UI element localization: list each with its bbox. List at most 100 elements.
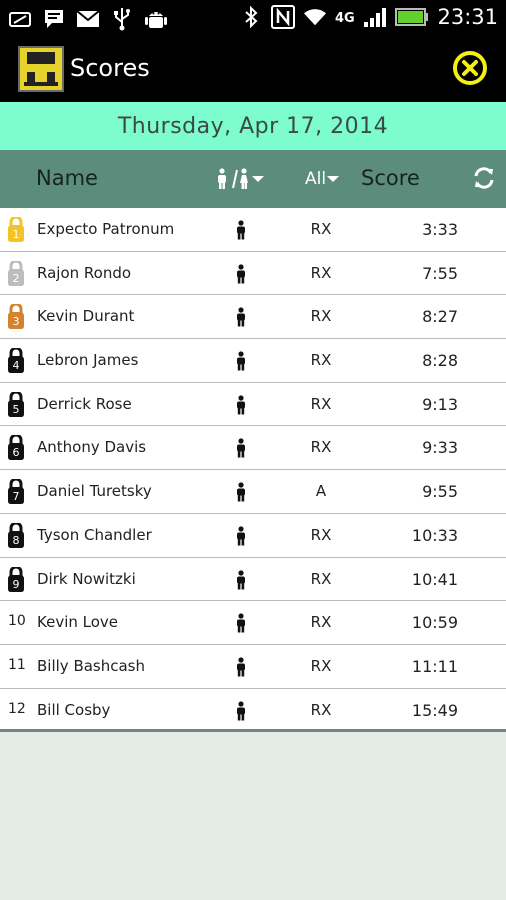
svg-text:6: 6 (13, 446, 20, 459)
scores-list: 1 Expecto Patronum RX 3:33 2 Rajon Rondo RX 7:5… (0, 208, 506, 733)
male-female-filter-icon (218, 168, 264, 189)
date-label: Thursday, Apr 17, 2014 (117, 113, 389, 139)
table-row[interactable]: 3 Kevin Durant RX 8:27 (0, 295, 506, 340)
score-value: 11:11 (411, 656, 458, 676)
level-label: RX (310, 351, 332, 370)
score-value: 8:27 (422, 307, 458, 327)
level-label: RX (310, 613, 332, 632)
score-value: 10:59 (411, 613, 458, 633)
level-label: RX (310, 263, 332, 282)
table-row[interactable]: 10 Kevin Love RX 10:59 (0, 601, 506, 645)
score-value: 10:33 (411, 525, 458, 545)
athlete-name: Expecto Patronum (37, 220, 175, 238)
kettlebell-rank-icon: 9 (5, 565, 27, 593)
level-label: RX (310, 220, 332, 238)
table-row[interactable]: 11 Billy Bashcash RX 11:11 (0, 644, 506, 689)
level-label: RX (310, 394, 332, 413)
refresh-button[interactable] (472, 166, 496, 195)
kettlebell-rank-icon: 5 (5, 390, 27, 418)
svg-text:4G: 4G (335, 11, 355, 24)
score-value: 9:55 (422, 482, 458, 502)
action-bar: Scores (0, 38, 506, 102)
table-row[interactable]: 12 Bill Cosby RX 15:49 (0, 688, 506, 733)
table-row[interactable]: 5 Derrick Rose RX 9:13 (0, 382, 506, 427)
level-label: RX (310, 656, 332, 675)
close-icon (453, 51, 487, 85)
status-bar: 4G 23:31 (0, 0, 506, 38)
kettlebell-rank-icon: 3 (5, 302, 27, 330)
athlete-name: Derrick Rose (37, 394, 132, 413)
table-row[interactable]: 7 Daniel Turetsky A 9:55 (0, 470, 506, 514)
android-debug-icon (144, 6, 168, 32)
level-filter-button[interactable]: All (305, 169, 340, 189)
score-value: 3:33 (422, 220, 458, 239)
level-label: A (315, 482, 327, 501)
level-label: RX (310, 569, 332, 588)
app-logo-icon (18, 46, 64, 92)
male-icon (234, 482, 248, 502)
score-value: 10:41 (411, 569, 458, 589)
male-icon (234, 264, 248, 284)
svg-text:9: 9 (13, 578, 20, 591)
level-label: RX (310, 307, 332, 326)
level-label: RX (310, 700, 332, 719)
table-header: Name All Score (0, 150, 506, 208)
male-icon (234, 307, 248, 327)
wifi-icon (303, 4, 327, 30)
mail-icon (76, 6, 100, 32)
kettlebell-rank-icon: 1 (5, 215, 27, 243)
table-row[interactable]: 9 Dirk Nowitzki RX 10:41 (0, 557, 506, 602)
rank-number: 10 (8, 613, 26, 630)
rank-number: 11 (8, 656, 26, 673)
level-filter-label: All (305, 169, 327, 189)
signal-icon (363, 4, 387, 30)
table-row[interactable]: 8 Tyson Chandler RX 10:33 (0, 513, 506, 558)
male-icon (234, 526, 248, 546)
table-row[interactable]: 6 Anthony Davis RX 9:33 (0, 426, 506, 471)
male-icon (234, 613, 248, 633)
page-title: Scores (70, 54, 150, 82)
battery-icon (395, 4, 429, 30)
gender-filter-button[interactable] (214, 168, 266, 190)
athlete-name: Rajon Rondo (37, 263, 132, 282)
athlete-name: Tyson Chandler (37, 525, 152, 544)
male-icon (234, 569, 248, 590)
table-row[interactable]: 2 Rajon Rondo RX 7:55 (0, 251, 506, 296)
athlete-name: Daniel Turetsky (37, 482, 152, 501)
male-icon (234, 438, 248, 458)
nfc-icon (271, 4, 296, 30)
kettlebell-rank-icon: 7 (5, 477, 27, 505)
male-icon (234, 220, 248, 240)
score-value: 9:33 (422, 438, 458, 458)
svg-text:4: 4 (13, 359, 20, 372)
athlete-name: Kevin Durant (37, 307, 135, 326)
status-time: 23:31 (437, 5, 498, 29)
close-button[interactable] (452, 50, 488, 86)
score-value: 8:28 (422, 351, 458, 371)
athlete-name: Dirk Nowitzki (37, 569, 136, 588)
bluetooth-icon (239, 4, 263, 30)
male-icon (234, 351, 248, 371)
score-value: 9:13 (422, 394, 458, 414)
date-bar[interactable]: Thursday, Apr 17, 2014 (0, 102, 506, 150)
level-label: RX (310, 438, 332, 457)
table-row[interactable]: 4 Lebron James RX 8:28 (0, 339, 506, 383)
chevron-down-icon (327, 176, 340, 182)
table-row[interactable]: 1 Expecto Patronum RX 3:33 (0, 208, 506, 252)
svg-text:3: 3 (13, 315, 20, 328)
male-icon (234, 657, 248, 677)
svg-text:5: 5 (13, 403, 20, 416)
athlete-name: Kevin Love (37, 613, 119, 632)
score-value: 15:49 (411, 700, 458, 720)
message-icon (42, 6, 66, 32)
4g-icon: 4G (335, 4, 355, 30)
svg-text:8: 8 (13, 534, 20, 547)
athlete-name: Billy Bashcash (37, 656, 146, 675)
screenshot-icon (8, 6, 32, 32)
score-column-header: Score (361, 166, 420, 190)
athlete-name: Lebron James (37, 351, 139, 370)
kettlebell-rank-icon: 6 (5, 434, 27, 461)
svg-text:1: 1 (13, 228, 20, 241)
kettlebell-rank-icon: 2 (5, 259, 27, 287)
male-icon (234, 395, 248, 415)
